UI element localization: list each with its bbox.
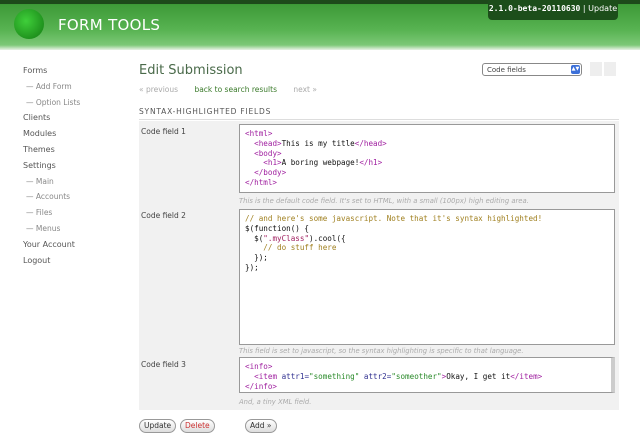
header: FORM TOOLS 2.1.0-beta-20110630 | Update	[0, 0, 640, 50]
code-line: // do stuff here	[245, 243, 609, 253]
sidebar: Forms — Add Form — Option Lists Clients Modu…	[23, 66, 80, 271]
code-token: <info>	[245, 362, 273, 371]
version-number: 2.1.0-beta-20110630	[488, 4, 581, 13]
code-token: attr2=	[359, 371, 392, 381]
sidebar-item[interactable]: — Menus	[23, 224, 80, 240]
sidebar-item[interactable]: — Accounts	[23, 192, 80, 208]
code-field-1-editor[interactable]: <html> <head>This is my title</head> <bo…	[239, 124, 615, 193]
sidebar-item[interactable]: — Main	[23, 177, 80, 193]
code-line: </info>	[245, 382, 606, 392]
code-line: });	[245, 263, 609, 273]
code-token: // and here's some javascript. Note that…	[245, 214, 543, 223]
page-title: Edit Submission	[139, 63, 243, 78]
next-link[interactable]: next »	[293, 85, 317, 94]
code-line: <body>	[245, 149, 609, 159]
code-line: $(function() {	[245, 224, 609, 234]
sidebar-item[interactable]: Your Account	[23, 240, 80, 256]
code-line: <h1>A boring webpage!</h1>	[245, 158, 609, 168]
code-token: <h1>	[263, 158, 282, 168]
fields-table: Code field 1 <html> <head>This is my tit…	[139, 121, 619, 410]
code-field-3-editor[interactable]: <info> <item attr1="something" attr2="so…	[239, 357, 615, 393]
section-title: SYNTAX-HIGHLIGHTED FIELDS	[139, 107, 619, 120]
code-line: <item attr1="something" attr2="someother…	[245, 372, 606, 382]
sidebar-item[interactable]: — Option Lists	[23, 98, 80, 114]
back-to-search-link[interactable]: back to search results	[194, 85, 277, 94]
code-token: "someother"	[391, 371, 442, 381]
code-token: "something"	[309, 371, 360, 381]
field-label: Code field 1	[141, 127, 186, 136]
code-token: ".myClass"	[263, 233, 310, 243]
code-token: Okay, I get it	[446, 371, 511, 381]
code-line: </html>	[245, 178, 609, 188]
logo-text: FORM TOOLS	[58, 16, 161, 34]
select-arrows-icon: ▲▼	[571, 65, 580, 74]
sidebar-item[interactable]: — Files	[23, 208, 80, 224]
update-link[interactable]: Update	[588, 4, 617, 13]
submission-nav: « previous back to search results next »	[139, 85, 331, 94]
code-token: </item>	[510, 371, 543, 381]
field-hint: This is the default code field. It's set…	[239, 197, 529, 205]
code-token: });	[245, 262, 259, 272]
sidebar-item[interactable]: Clients	[23, 113, 80, 129]
delete-button[interactable]: Delete	[180, 419, 215, 433]
separator: |	[582, 4, 586, 13]
code-token: attr1=	[281, 371, 310, 381]
sidebar-item[interactable]: — Add Form	[23, 82, 80, 98]
code-token: </html>	[245, 177, 278, 187]
sidebar-item[interactable]: Forms	[23, 66, 80, 82]
code-token: </h1>	[359, 158, 383, 168]
logo-icon	[14, 9, 44, 39]
field-label: Code field 3	[141, 360, 186, 369]
code-token: $(	[245, 233, 264, 243]
code-line: <info>	[245, 362, 606, 372]
code-line: $(".myClass").cool({	[245, 234, 609, 244]
code-token: </body>	[254, 168, 287, 178]
code-field-2-editor[interactable]: // and here's some javascript. Note that…	[239, 209, 615, 345]
view-select[interactable]: Code fields ▲▼	[482, 63, 582, 76]
code-line: });	[245, 253, 609, 263]
search-icon[interactable]	[604, 62, 616, 76]
code-token: <body>	[254, 148, 282, 158]
field-hint: This field is set to javascript, so the …	[239, 347, 524, 355]
code-token: });	[245, 253, 268, 263]
sidebar-item[interactable]: Logout	[23, 256, 80, 272]
code-token: </info>	[245, 381, 278, 391]
code-token: <item	[254, 371, 282, 381]
add-button[interactable]: Add »	[245, 419, 277, 433]
sidebar-item[interactable]: Settings	[23, 161, 80, 177]
code-token: A boring webpage!	[281, 158, 360, 168]
code-token: // do stuff here	[245, 243, 337, 253]
field-label: Code field 2	[141, 211, 186, 220]
previous-link[interactable]: « previous	[139, 85, 178, 94]
code-line: <head>This is my title</head>	[245, 139, 609, 149]
update-button[interactable]: Update	[139, 419, 177, 433]
code-token: This is my title	[281, 138, 355, 148]
code-line: </body>	[245, 168, 609, 178]
sidebar-item[interactable]: Modules	[23, 129, 80, 145]
version-badge: 2.1.0-beta-20110630 | Update	[488, 0, 618, 20]
code-token: <head>	[254, 138, 282, 148]
code-line: <html>	[245, 129, 609, 139]
code-token: <html>	[245, 129, 273, 138]
code-line: // and here's some javascript. Note that…	[245, 214, 609, 224]
code-token: $(function() {	[245, 223, 310, 233]
code-token: ).cool({	[309, 233, 346, 243]
field-hint: And, a tiny XML field.	[239, 398, 312, 406]
code-token: </head>	[354, 138, 387, 148]
sidebar-item[interactable]: Themes	[23, 145, 80, 161]
print-icon[interactable]	[590, 62, 602, 76]
view-icons	[590, 62, 618, 78]
view-select-value: Code fields	[487, 66, 526, 74]
